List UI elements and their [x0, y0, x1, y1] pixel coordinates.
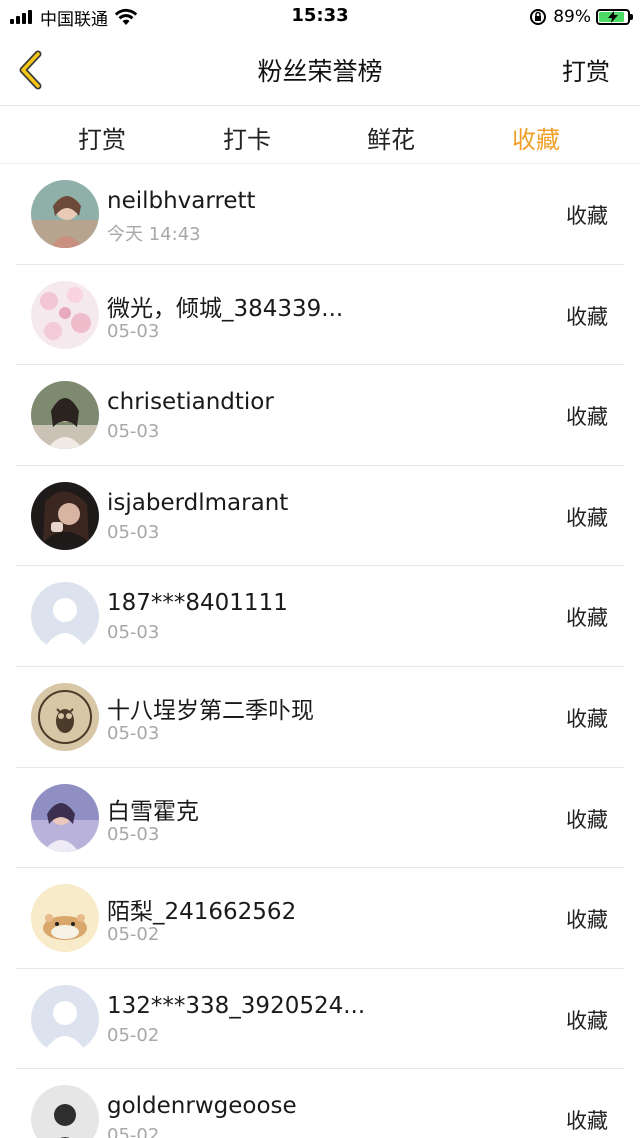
photo-girl-icon — [31, 180, 99, 248]
avatar[interactable] — [31, 682, 99, 751]
fan-date: 今天 14:43 — [107, 224, 201, 245]
fan-date: 05-02 — [107, 1125, 160, 1138]
fan-name: 白雪霍克 — [107, 798, 199, 825]
reward-button[interactable]: 打赏 — [562, 52, 610, 87]
fan-date: 05-03 — [107, 421, 160, 443]
list-item[interactable]: 187***8401111 05-03 收藏 — [16, 566, 624, 667]
photo-bw-icon — [31, 1085, 99, 1138]
fan-action: 收藏 — [566, 706, 608, 731]
battery-percent: 89% — [553, 7, 591, 27]
fan-date: 05-02 — [107, 1024, 160, 1046]
list-item[interactable]: chrisetiandtior 05-03 收藏 — [16, 365, 624, 466]
list-item[interactable]: 白雪霍克 05-03 收藏 — [16, 768, 624, 869]
hamster-icon — [31, 884, 99, 953]
list-item[interactable]: goldenrwgeoose 05-02 收藏 — [16, 1069, 624, 1138]
fan-name: 132***338_3920524... — [107, 992, 366, 1019]
list-item[interactable]: 陌梨_241662562 05-02 收藏 — [16, 868, 624, 969]
fan-date: 05-03 — [107, 320, 160, 342]
tab-reward[interactable]: 打赏 — [52, 120, 152, 155]
fan-name: 微光，倾城_384339... — [107, 295, 344, 322]
fan-action: 收藏 — [566, 606, 608, 631]
fan-action: 收藏 — [566, 1109, 608, 1134]
fan-name: 187***8401111 — [107, 590, 288, 617]
charging-bolt-icon — [608, 11, 618, 23]
fan-date: 05-03 — [107, 622, 160, 644]
avatar[interactable] — [31, 280, 99, 349]
list-item[interactable]: isjaberdlmarant 05-03 收藏 — [16, 466, 624, 567]
tab-bar: 打赏 打卡 鲜花 收藏 — [0, 106, 640, 164]
fan-date: 05-03 — [107, 823, 160, 845]
tab-flowers[interactable]: 鲜花 — [341, 120, 441, 155]
avatar[interactable] — [31, 481, 99, 550]
fan-list: neilbhvarrett 今天 14:43 收藏 微光，倾城_384339..… — [0, 164, 640, 1138]
battery-icon — [596, 9, 633, 25]
photo-dark-woman-icon — [31, 481, 99, 550]
fan-action: 收藏 — [566, 1008, 608, 1033]
fan-name: neilbhvarrett — [107, 188, 256, 214]
avatar[interactable] — [31, 1085, 99, 1138]
fan-date: 05-03 — [107, 521, 160, 543]
fan-date: 05-02 — [107, 924, 160, 946]
avatar[interactable] — [31, 180, 99, 248]
fan-name: 陌梨_241662562 — [107, 899, 297, 926]
default-user-icon — [31, 582, 99, 651]
fan-action: 收藏 — [566, 807, 608, 832]
list-item[interactable]: 132***338_3920524... 05-02 收藏 — [16, 969, 624, 1070]
fan-name: chrisetiandtior — [107, 389, 274, 416]
photo-woman-icon — [31, 381, 99, 450]
tab-checkin[interactable]: 打卡 — [197, 120, 297, 155]
fan-name: 十八埕岁第二季卟现 — [107, 697, 314, 724]
avatar[interactable] — [31, 984, 99, 1053]
list-item[interactable]: neilbhvarrett 今天 14:43 收藏 — [16, 164, 624, 265]
status-bar: 中国联通 15:33 89% — [0, 0, 640, 34]
fan-action: 收藏 — [566, 304, 608, 329]
owl-badge-icon — [31, 682, 99, 751]
photo-purple-icon — [31, 783, 99, 852]
page-title: 粉丝荣誉榜 — [257, 57, 383, 86]
fan-action: 收藏 — [566, 908, 608, 933]
avatar[interactable] — [31, 381, 99, 450]
default-user-icon — [31, 984, 99, 1053]
avatar[interactable] — [31, 884, 99, 953]
fan-action: 收藏 — [566, 204, 608, 228]
pink-blossom-icon — [31, 280, 99, 349]
tab-favorites[interactable]: 收藏 — [486, 120, 586, 155]
list-item[interactable]: 十八埕岁第二季卟现 05-03 收藏 — [16, 667, 624, 768]
fan-action: 收藏 — [566, 405, 608, 430]
list-item[interactable]: 微光，倾城_384339... 05-03 收藏 — [16, 265, 624, 366]
fan-action: 收藏 — [566, 505, 608, 530]
status-right: 89% — [529, 5, 633, 29]
avatar[interactable] — [31, 582, 99, 651]
nav-bar: 粉丝荣誉榜 打赏 — [0, 34, 640, 106]
avatar[interactable] — [31, 783, 99, 852]
fan-name: isjaberdlmarant — [107, 489, 289, 516]
fan-date: 05-03 — [107, 722, 160, 744]
fan-name: goldenrwgeoose — [107, 1093, 297, 1120]
rotation-lock-icon — [530, 9, 547, 25]
